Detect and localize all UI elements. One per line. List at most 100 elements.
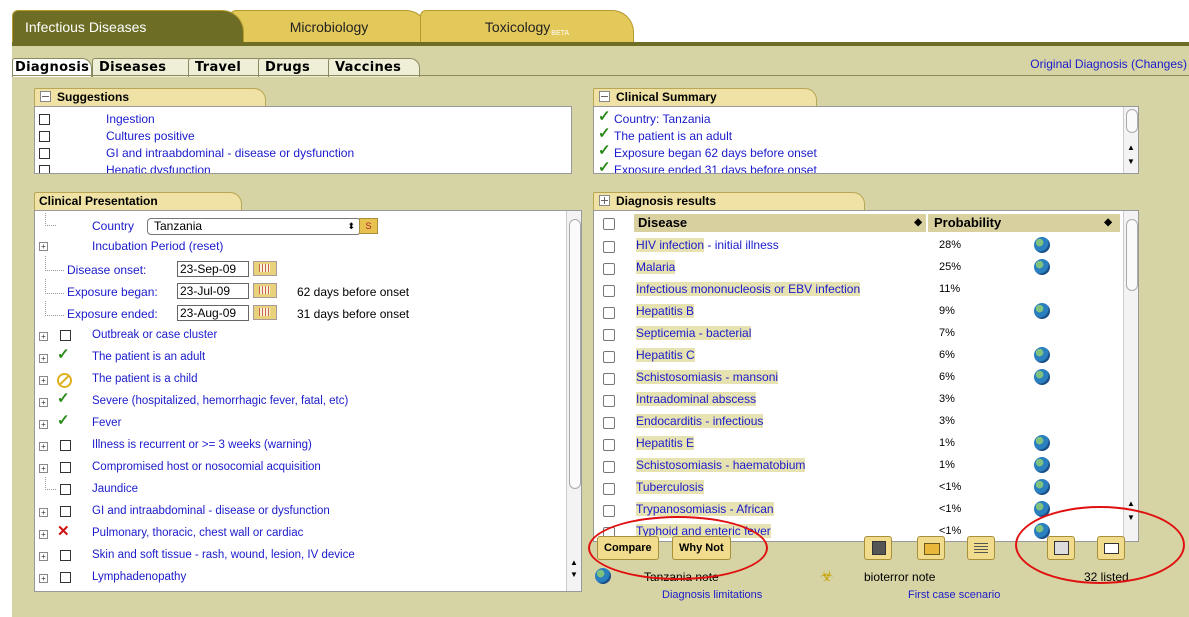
expand-icon[interactable]: + bbox=[39, 552, 48, 561]
row-checkbox[interactable] bbox=[603, 417, 615, 429]
finding-label[interactable]: Jaundice bbox=[92, 481, 138, 497]
finding-row[interactable]: Jaundice bbox=[35, 477, 560, 497]
finding-label[interactable]: Lymphadenopathy bbox=[92, 569, 186, 585]
table-row[interactable]: Intraadominal abscess 3% bbox=[594, 391, 1119, 407]
checkbox[interactable] bbox=[39, 148, 50, 159]
calendar-icon[interactable] bbox=[253, 305, 277, 320]
tab-microbiology[interactable]: Microbiology bbox=[230, 10, 428, 43]
expand-icon[interactable] bbox=[599, 195, 610, 206]
table-row[interactable]: Tuberculosis <1% bbox=[594, 479, 1119, 495]
row-checkbox[interactable] bbox=[603, 329, 615, 341]
disease-column-header[interactable]: Disease ◆ bbox=[634, 214, 926, 232]
not-applicable-icon[interactable] bbox=[57, 373, 72, 388]
checkbox[interactable] bbox=[60, 462, 71, 473]
finding-row[interactable]: + ✓ Fever bbox=[35, 413, 560, 431]
tab-toxicology[interactable]: ToxicologyBETA bbox=[420, 10, 634, 43]
suggestions-header[interactable]: Suggestions bbox=[34, 88, 266, 106]
globe-icon[interactable] bbox=[1034, 435, 1050, 451]
row-checkbox[interactable] bbox=[603, 461, 615, 473]
collapse-icon[interactable] bbox=[40, 91, 51, 102]
row-checkbox[interactable] bbox=[603, 373, 615, 385]
row-checkbox[interactable] bbox=[603, 505, 615, 517]
list-item[interactable]: Ingestion bbox=[35, 111, 565, 127]
table-row[interactable]: Hepatitis C 6% bbox=[594, 347, 1119, 363]
filter-button[interactable] bbox=[967, 536, 995, 560]
row-checkbox[interactable] bbox=[603, 395, 615, 407]
check-icon[interactable]: ✓ bbox=[57, 589, 70, 592]
row-checkbox[interactable] bbox=[603, 285, 615, 297]
disease-name[interactable]: Hepatitis E bbox=[636, 436, 695, 450]
finding-label[interactable]: Illness is recurrent or >= 3 weeks (warn… bbox=[92, 437, 312, 453]
collapse-icon[interactable] bbox=[599, 91, 610, 102]
list-item[interactable]: GI and intraabdominal - disease or dysfu… bbox=[35, 145, 565, 161]
globe-icon[interactable] bbox=[1034, 303, 1050, 319]
disease-name[interactable]: Trypanosomiasis - African bbox=[636, 502, 774, 516]
disease-name[interactable]: Schistosomiasis - haematobium bbox=[636, 458, 806, 472]
row-checkbox[interactable] bbox=[603, 483, 615, 495]
finding-row[interactable]: +✓Splenomegaly or splenic lesion(s) bbox=[57, 589, 264, 592]
globe-icon[interactable] bbox=[1034, 237, 1050, 253]
table-row[interactable]: Malaria 25% bbox=[594, 259, 1119, 275]
disease-link[interactable]: Trypanosomiasis - African bbox=[636, 501, 774, 517]
disease-name[interactable]: Schistosomiasis - mansoni bbox=[636, 370, 779, 384]
scroll-thumb[interactable] bbox=[569, 219, 581, 489]
scroll-up-icon[interactable]: ▲ bbox=[1127, 499, 1135, 508]
checkbox[interactable] bbox=[39, 165, 50, 173]
disease-link[interactable]: Hepatitis B bbox=[636, 303, 695, 319]
table-row[interactable]: HIV infection - initial illness 28% bbox=[594, 237, 1119, 253]
scroll-down-icon[interactable]: ▼ bbox=[1127, 513, 1135, 522]
open-button[interactable] bbox=[917, 536, 945, 560]
scroll-thumb[interactable] bbox=[1126, 219, 1138, 291]
exposure-ended-input[interactable]: 23-Aug-09 bbox=[177, 305, 249, 321]
checkbox[interactable] bbox=[60, 572, 71, 583]
disease-suffix[interactable]: - initial illness bbox=[704, 238, 778, 252]
finding-label[interactable]: Splenomegaly or splenic lesion(s) bbox=[92, 591, 264, 592]
list-item[interactable]: Cultures positive bbox=[35, 128, 565, 144]
checkbox[interactable] bbox=[60, 550, 71, 561]
finding-label[interactable]: GI and intraabdominal - disease or dysfu… bbox=[92, 503, 330, 519]
first-case-link[interactable]: First case scenario bbox=[908, 589, 1000, 601]
x-icon[interactable]: ✕ bbox=[57, 524, 70, 540]
table-row[interactable]: Infectious mononucleosis or EBV infectio… bbox=[594, 281, 1119, 297]
suggestion-label[interactable]: Ingestion bbox=[106, 111, 155, 127]
check-icon[interactable]: ✓ bbox=[57, 391, 70, 407]
globe-icon[interactable] bbox=[1034, 259, 1050, 275]
disease-link[interactable]: Infectious mononucleosis or EBV infectio… bbox=[636, 281, 861, 297]
save-button[interactable] bbox=[864, 536, 892, 560]
reset-link[interactable]: (reset) bbox=[189, 239, 224, 253]
finding-label[interactable]: Outbreak or case cluster bbox=[92, 327, 217, 343]
checkbox[interactable] bbox=[60, 440, 71, 451]
table-row[interactable]: Schistosomiasis - mansoni 6% bbox=[594, 369, 1119, 385]
why-not-button[interactable]: Why Not bbox=[672, 536, 731, 560]
scroll-up-icon[interactable]: ▲ bbox=[570, 558, 578, 567]
clinical-summary-header[interactable]: Clinical Summary bbox=[593, 88, 817, 106]
suggestion-label[interactable]: Hepatic dysfunction bbox=[106, 162, 211, 173]
probability-column-header[interactable]: Probability ◆ bbox=[928, 214, 1120, 232]
expand-icon[interactable]: + bbox=[39, 376, 48, 385]
finding-row[interactable]: + ✕ Pulmonary, thoracic, chest wall or car… bbox=[35, 524, 560, 541]
expand-icon[interactable]: + bbox=[39, 354, 48, 363]
disease-name[interactable]: Endocarditis - infectious bbox=[636, 414, 764, 428]
expand-icon[interactable]: + bbox=[39, 574, 48, 583]
bioterror-note-link[interactable]: bioterror note bbox=[864, 570, 935, 584]
table-row[interactable]: Schistosomiasis - haematobium 1% bbox=[594, 457, 1119, 473]
check-icon[interactable]: ✓ bbox=[57, 413, 70, 429]
expand-icon[interactable]: + bbox=[39, 332, 48, 341]
calendar-icon[interactable] bbox=[253, 283, 277, 298]
scroll-down-icon[interactable]: ▼ bbox=[570, 570, 578, 579]
disease-name[interactable]: Tuberculosis bbox=[636, 480, 704, 494]
suggestion-label[interactable]: GI and intraabdominal - disease or dysfu… bbox=[106, 145, 354, 161]
diagnosis-limitations-link[interactable]: Diagnosis limitations bbox=[662, 589, 762, 601]
expand-icon[interactable]: + bbox=[39, 442, 48, 451]
presentation-scrollbar[interactable]: ▲ ▼ bbox=[566, 211, 581, 591]
compare-button[interactable]: Compare bbox=[597, 536, 659, 560]
finding-row[interactable]: + The patient is a child bbox=[35, 371, 560, 388]
s-button[interactable]: S bbox=[359, 218, 378, 234]
expand-icon[interactable]: + bbox=[39, 508, 48, 517]
scroll-up-icon[interactable]: ▲ bbox=[1127, 143, 1135, 152]
finding-label[interactable]: Severe (hospitalized, hemorrhagic fever,… bbox=[92, 393, 348, 409]
table-row[interactable]: Endocarditis - infectious 3% bbox=[594, 413, 1119, 429]
finding-row[interactable]: + ✓ Severe (hospitalized, hemorrhagic feve… bbox=[35, 391, 560, 409]
row-checkbox[interactable] bbox=[603, 241, 615, 253]
disease-link[interactable]: Endocarditis - infectious bbox=[636, 413, 764, 429]
